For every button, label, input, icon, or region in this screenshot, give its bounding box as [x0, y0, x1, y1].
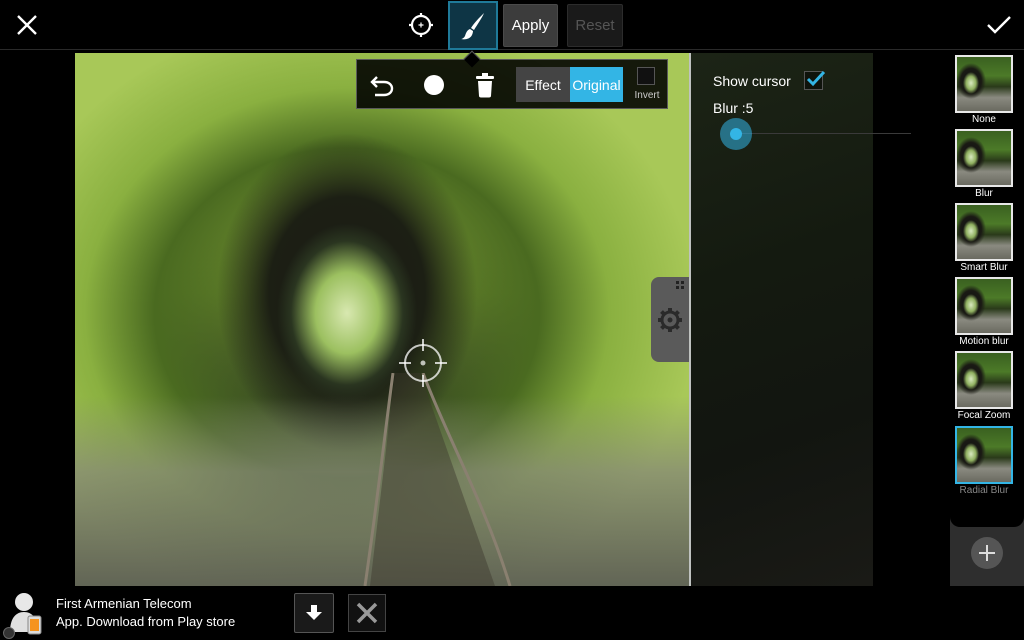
- effect-item-blur[interactable]: Blur: [952, 126, 1016, 200]
- close-button[interactable]: [8, 6, 46, 44]
- close-x-icon: [356, 602, 378, 624]
- effect-label: None: [972, 114, 996, 125]
- split-divider[interactable]: [689, 53, 691, 586]
- close-icon: [17, 15, 37, 35]
- effect-thumbnail: [955, 55, 1013, 113]
- mode-original-button[interactable]: Original: [570, 67, 623, 102]
- effect-item-radial-blur[interactable]: Radial Blur: [952, 423, 1016, 497]
- effect-label: Radial Blur: [959, 485, 1009, 496]
- show-cursor-label: Show cursor: [713, 73, 791, 89]
- ad-download-button[interactable]: [294, 593, 334, 633]
- effects-rail: None Blur Smart Blur Motion blur Focal Z…: [950, 50, 1024, 586]
- effect-item-focal-zoom[interactable]: Focal Zoom: [952, 348, 1016, 422]
- invert-checkbox-box[interactable]: [637, 67, 655, 85]
- brush-tool-button[interactable]: [448, 1, 498, 50]
- invert-label: Invert: [634, 90, 660, 101]
- effect-thumbnail: [955, 203, 1013, 261]
- ad-banner[interactable]: First Armenian Telecom App. Download fro…: [0, 586, 1024, 640]
- undo-icon: [370, 76, 394, 97]
- add-effect-button[interactable]: [971, 537, 1003, 569]
- effect-label: Smart Blur: [960, 262, 1008, 273]
- brush-size-button[interactable]: [417, 68, 451, 102]
- focus-cursor-icon[interactable]: [397, 337, 449, 389]
- brush-options-popup: Effect Original Invert: [356, 50, 668, 109]
- effect-item-none[interactable]: None: [952, 52, 1016, 126]
- cursor-tool-button[interactable]: [402, 6, 440, 44]
- reset-button[interactable]: Reset: [567, 4, 623, 47]
- plus-icon: [979, 545, 995, 561]
- ad-close-button[interactable]: [348, 594, 386, 632]
- drag-dots-icon: [676, 281, 684, 289]
- paintbrush-icon: [461, 12, 484, 39]
- invert-checkbox[interactable]: Invert: [631, 65, 663, 105]
- show-cursor-checkbox[interactable]: [804, 70, 826, 90]
- ad-subtitle: App. Download from Play store: [56, 614, 236, 629]
- clear-mask-button[interactable]: [468, 68, 502, 102]
- effect-thumbnail: [955, 277, 1013, 335]
- railway-tracks-image: [363, 373, 512, 586]
- effect-label: Focal Zoom: [957, 410, 1011, 421]
- filled-circle-icon: [424, 75, 444, 95]
- download-arrow-icon: [306, 605, 322, 620]
- undo-button[interactable]: [365, 68, 399, 102]
- confirm-button[interactable]: [980, 6, 1018, 44]
- blur-value-label: Blur :5: [713, 100, 754, 116]
- apply-button[interactable]: Apply: [503, 4, 558, 47]
- effect-item-motion-blur[interactable]: Motion blur: [952, 274, 1016, 348]
- effect-thumbnail: [955, 129, 1013, 187]
- blur-slider-track[interactable]: [736, 133, 911, 134]
- ad-title: First Armenian Telecom: [56, 596, 192, 611]
- trash-icon: [476, 73, 494, 98]
- mode-effect-button[interactable]: Effect: [516, 67, 570, 102]
- blur-slider-thumb[interactable]: [720, 118, 752, 150]
- effects-list: None Blur Smart Blur Motion blur Focal Z…: [950, 50, 1024, 527]
- effect-label: Blur: [975, 188, 993, 199]
- effect-thumbnail: [955, 426, 1013, 484]
- effect-label: Motion blur: [959, 336, 1009, 347]
- top-toolbar: Apply Reset: [0, 0, 1024, 50]
- checkmark-icon: [987, 16, 1011, 34]
- gear-icon: [658, 308, 682, 332]
- settings-panel-handle[interactable]: [651, 277, 689, 362]
- checkmark-icon: [806, 70, 826, 87]
- mode-segmented-control: Effect Original: [516, 67, 623, 102]
- effect-item-smart-blur[interactable]: Smart Blur: [952, 200, 1016, 274]
- photo-editor-app: Apply Reset Effect Original Invert Show …: [0, 0, 1024, 640]
- crosshair-target-icon: [409, 13, 433, 37]
- effect-thumbnail: [955, 351, 1013, 409]
- ad-info-icon[interactable]: [3, 627, 15, 639]
